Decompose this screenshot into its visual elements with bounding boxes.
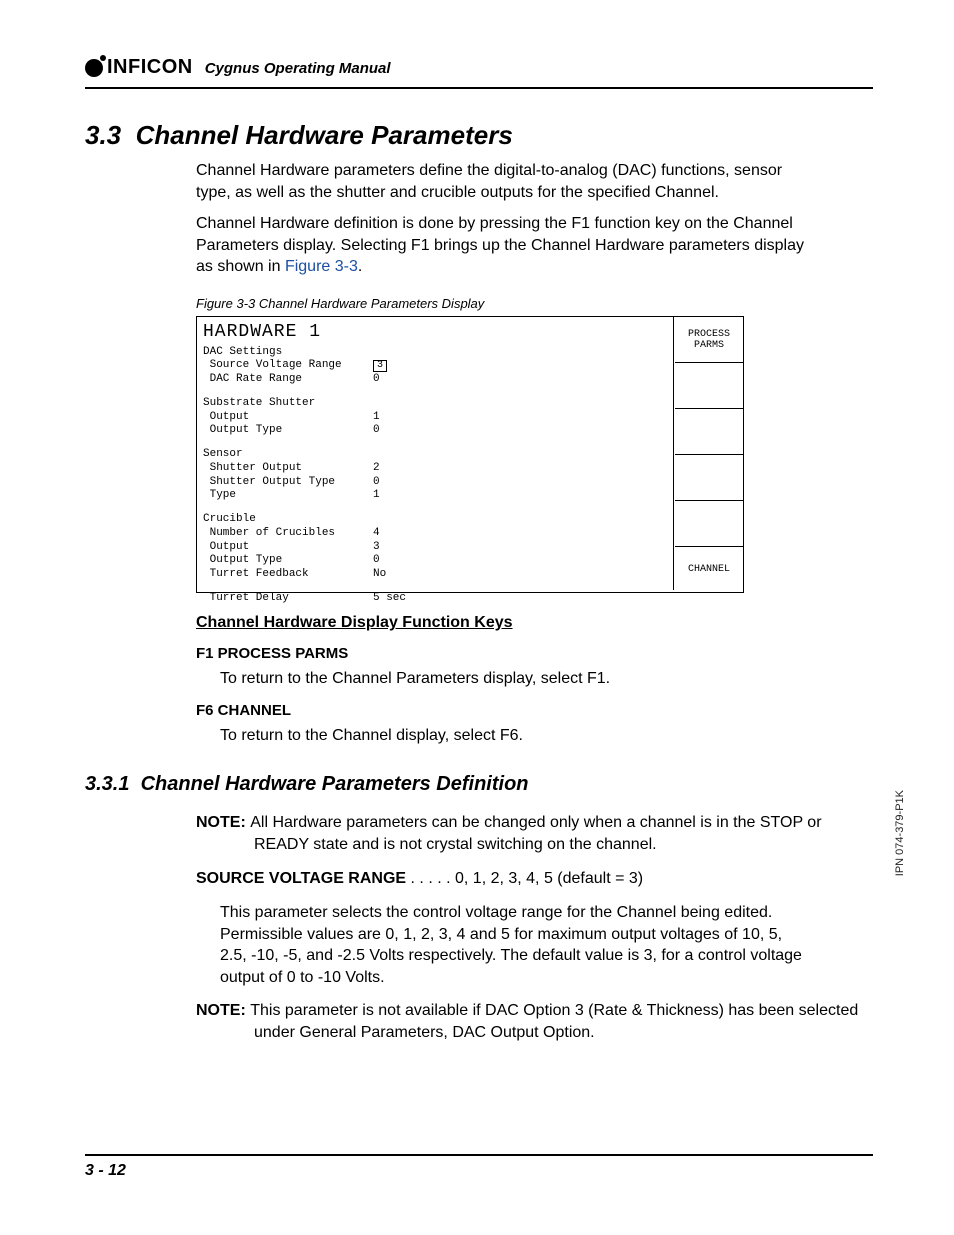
hw-row: Output Type0 — [203, 424, 667, 438]
hw-row: Number of Crucibles4 — [203, 527, 667, 541]
hw-row: Source Voltage Range3 — [203, 359, 667, 373]
brand-text: INFICON — [107, 56, 193, 79]
para-2: Channel Hardware definition is done by p… — [196, 213, 806, 278]
page-header: INFICON Cygnus Operating Manual — [85, 56, 873, 89]
hardware-title: HARDWARE 1 — [197, 317, 673, 346]
hw-row-label: Shutter Output — [203, 462, 373, 476]
hw-row-label: Source Voltage Range — [203, 359, 373, 373]
hw-row-label: Output Type — [203, 424, 373, 438]
hw-row: Output1 — [203, 411, 667, 425]
hw-row-value: 1 — [373, 489, 380, 503]
hw-row: Type1 — [203, 489, 667, 503]
figure-link[interactable]: Figure 3-3 — [285, 258, 358, 275]
section-number: 3.3 — [85, 120, 121, 150]
brand-logo: INFICON — [85, 56, 193, 79]
hw-row-value: 0 — [373, 476, 380, 490]
hw-row-value: 0 — [373, 373, 380, 387]
hw-row: Shutter Output Type0 — [203, 476, 667, 490]
hw-side-button-process[interactable]: PROCESS PARMS — [675, 317, 743, 363]
hw-row: DAC Rate Range0 — [203, 373, 667, 387]
f1-label: F1 PROCESS PARMS — [196, 645, 348, 662]
hw-row-label: Output Type — [203, 554, 373, 568]
figure-caption: Figure 3-3 Channel Hardware Parameters D… — [196, 296, 484, 311]
hw-group-header: Substrate Shutter — [203, 397, 667, 411]
hw-side-button-empty — [675, 409, 743, 455]
document-code: IPN 074-379-P1K — [894, 790, 906, 876]
hw-value-selected: 3 — [373, 360, 387, 372]
hw-side-button-empty — [675, 455, 743, 501]
logo-mark-icon — [85, 59, 103, 77]
f6-label: F6 CHANNEL — [196, 702, 291, 719]
para-1: Channel Hardware parameters define the d… — [196, 160, 806, 203]
hw-row-label: Turret Delay — [203, 592, 373, 606]
hw-row-value: No — [373, 568, 386, 582]
hw-row-value: 2 — [373, 462, 380, 476]
subsection-heading: 3.3.1 Channel Hardware Parameters Defini… — [85, 773, 529, 796]
section-heading: 3.3 Channel Hardware Parameters — [85, 120, 513, 151]
hw-row-label: Output — [203, 411, 373, 425]
hw-group-header: DAC Settings — [203, 346, 667, 360]
hardware-display-figure: HARDWARE 1 DAC Settings Source Voltage R… — [196, 316, 744, 593]
page-footer: 3 - 12 — [85, 1154, 873, 1180]
hw-row-value: 3 — [373, 541, 380, 555]
hw-row-label: DAC Rate Range — [203, 373, 373, 387]
manual-title: Cygnus Operating Manual — [205, 60, 391, 77]
hw-row: Output Type0 — [203, 554, 667, 568]
hw-row-value: 4 — [373, 527, 380, 541]
param-heading: SOURCE VOLTAGE RANGE . . . . . 0, 1, 2, … — [196, 870, 806, 888]
section-title: Channel Hardware Parameters — [136, 120, 513, 150]
page-number: 3 - 12 — [85, 1162, 126, 1179]
hw-row-label: Turret Feedback — [203, 568, 373, 582]
hw-side-button-empty — [675, 501, 743, 547]
hw-row-value: 0 — [373, 424, 380, 438]
hw-row-label: Type — [203, 489, 373, 503]
hw-row-value: 3 — [373, 359, 387, 373]
note-2: NOTE: This parameter is not available if… — [196, 1000, 864, 1043]
hw-row: Turret FeedbackNo — [203, 568, 667, 582]
hw-side-button-channel[interactable]: CHANNEL — [675, 547, 743, 592]
hw-row-value: 0 — [373, 554, 380, 568]
hw-side-button-empty — [675, 363, 743, 409]
hw-row-value: 1 — [373, 411, 380, 425]
f1-description: To return to the Channel Parameters disp… — [220, 670, 800, 688]
hw-row-label: Output — [203, 541, 373, 555]
hardware-main-panel: HARDWARE 1 DAC Settings Source Voltage R… — [197, 317, 674, 590]
note-1: NOTE: All Hardware parameters can be cha… — [196, 812, 864, 855]
hw-row-label: Shutter Output Type — [203, 476, 373, 490]
hw-row-value: 5 sec — [373, 592, 406, 606]
hw-group-header: Crucible — [203, 513, 667, 527]
hw-row: Turret Delay5 sec — [203, 592, 667, 606]
hw-group-header: Sensor — [203, 448, 667, 462]
f6-description: To return to the Channel display, select… — [220, 727, 800, 745]
hw-row-label: Number of Crucibles — [203, 527, 373, 541]
hardware-side-buttons: PROCESS PARMS CHANNEL — [675, 317, 743, 590]
param-description: This parameter selects the control volta… — [220, 902, 805, 988]
hw-row: Output3 — [203, 541, 667, 555]
function-keys-heading: Channel Hardware Display Function Keys — [196, 614, 513, 632]
hw-row: Shutter Output2 — [203, 462, 667, 476]
